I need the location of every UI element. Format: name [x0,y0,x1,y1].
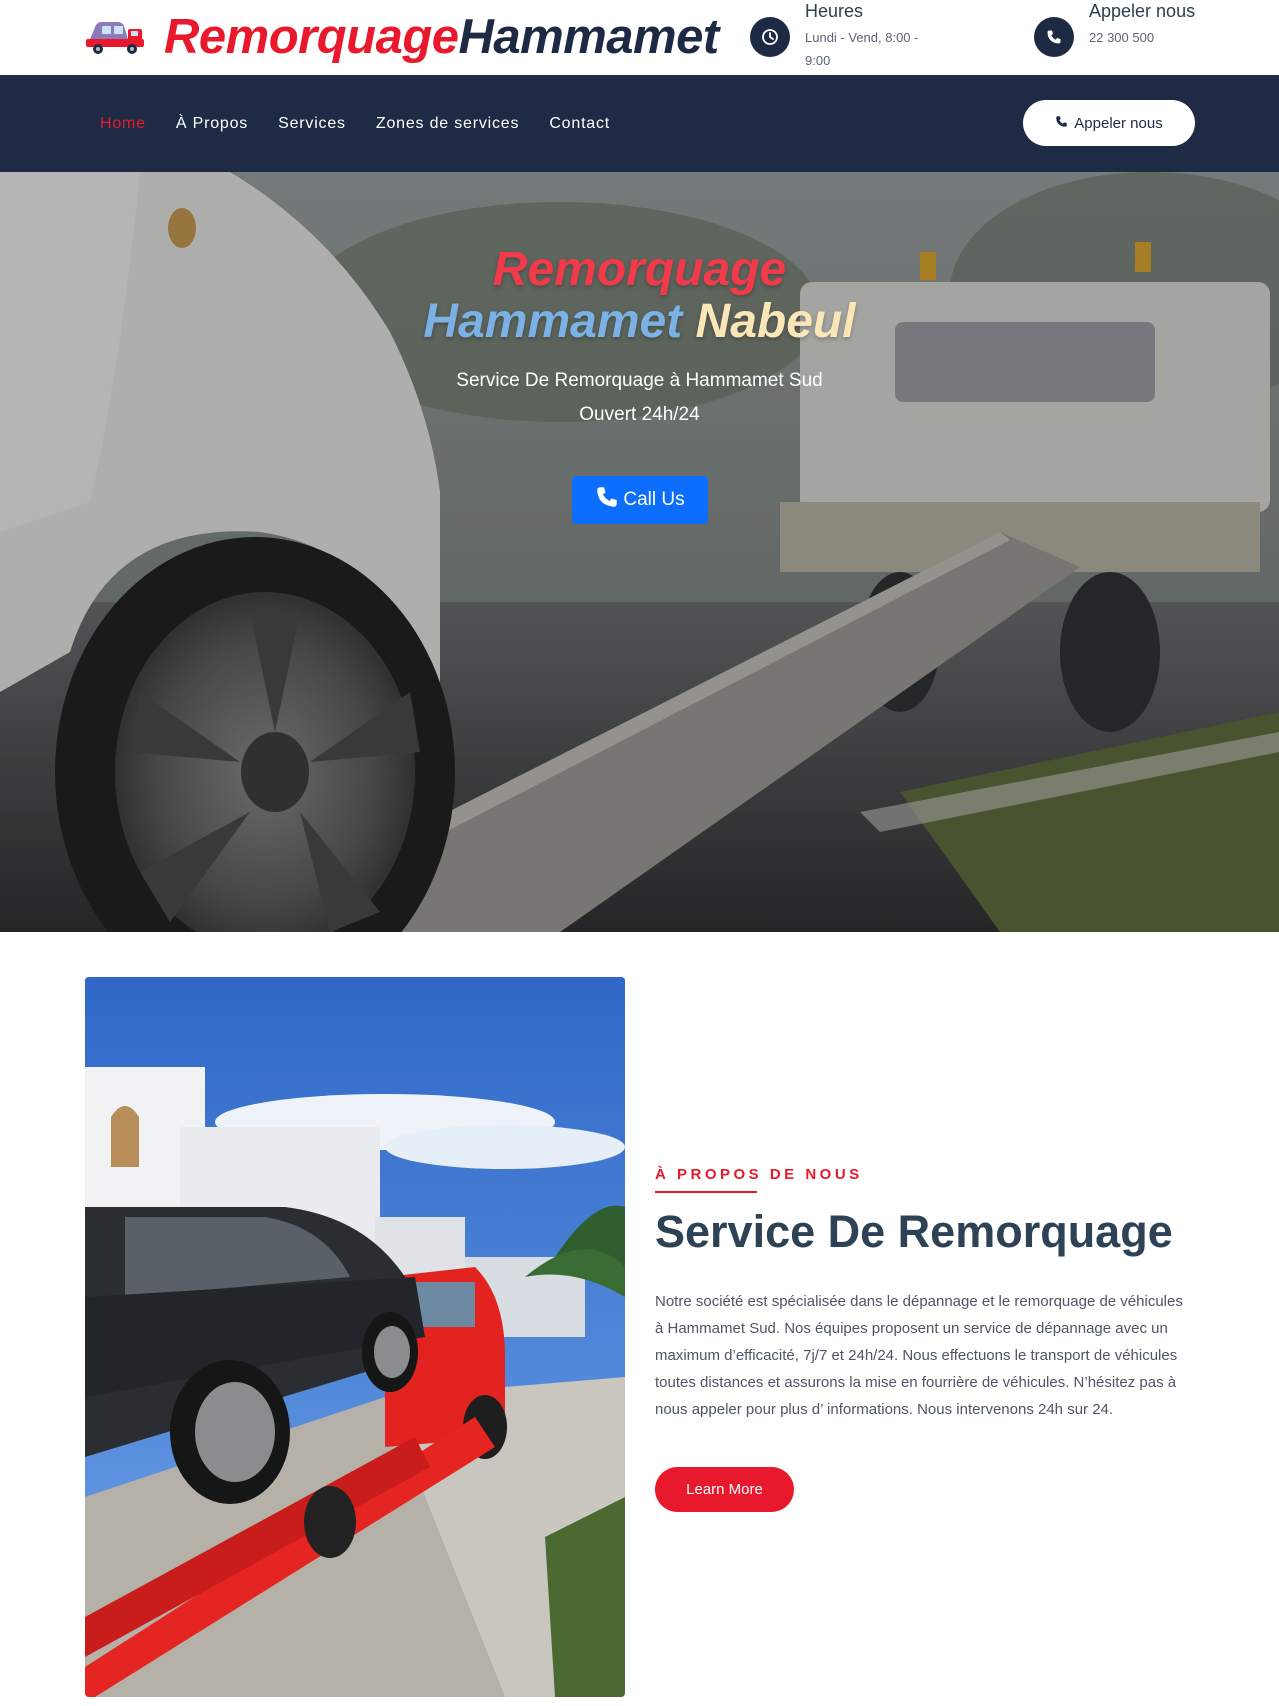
phone-icon [1055,115,1068,132]
nav-item-a-propos[interactable]: À Propos [176,115,248,133]
nav-menu: Home À Propos Services Zones de services… [100,75,640,172]
call-us-label: Call Us [623,489,685,510]
hero-subtitle-line1: Service De Remorquage à Hammamet Sud [456,370,823,391]
tow-truck-icon [86,22,144,54]
site-logo[interactable]: RemorquageHammamet [84,6,719,68]
about-title: Service De Remorquage [655,1206,1173,1257]
about-image [85,977,625,1697]
call-now-button[interactable]: Appeler nous [1023,100,1195,146]
top-header: RemorquageHammamet Heures Lundi - Vend, … [0,0,1279,75]
hours-value: Lundi - Vend, 8:00 - 9:00 [805,30,919,68]
hero-subtitle: Service De Remorquage à Hammamet Sud Ouv… [0,364,1279,432]
nav-item-contact[interactable]: Contact [549,115,610,133]
logo-text-red: Remorquage [164,10,459,64]
hero-section: Remorquage Hammamet Nabeul Service De Re… [0,172,1279,932]
phone-icon [595,485,619,515]
hours-info: Heures Lundi - Vend, 8:00 - 9:00 [750,0,935,72]
learn-more-button[interactable]: Learn More [655,1467,794,1512]
nav-item-services[interactable]: Services [278,115,346,133]
eyebrow-underline [655,1191,757,1193]
clock-icon [750,17,790,57]
phone-number[interactable]: 22 300 500 [1089,26,1219,49]
tow-truck-photo [85,977,625,1697]
call-us-button[interactable]: Call Us [572,476,708,524]
about-eyebrow: À PROPOS DE NOUS [655,1166,863,1183]
call-title: Appeler nous [1089,1,1196,21]
phone-icon [1034,17,1074,57]
call-now-label: Appeler nous [1074,114,1163,132]
logo-text-navy: Hammamet [458,10,720,64]
nav-item-home[interactable]: Home [100,115,146,133]
logo-text: RemorquageHammamet [164,9,719,65]
hero-title-blue: Hammamet [423,295,683,348]
hero-title-line1: Remorquage [492,243,787,296]
nav-item-zones[interactable]: Zones de services [376,115,519,133]
call-info[interactable]: Appeler nous 22 300 500 [1034,0,1219,57]
hero-title: Remorquage Hammamet Nabeul [0,244,1279,348]
about-description: Notre société est spécialisée dans le dé… [655,1293,1183,1418]
hours-title: Heures [805,1,864,21]
hero-title-cream: Nabeul [695,295,856,348]
hero-subtitle-line2: Ouvert 24h/24 [579,404,700,425]
main-nav: Home À Propos Services Zones de services… [0,75,1279,172]
